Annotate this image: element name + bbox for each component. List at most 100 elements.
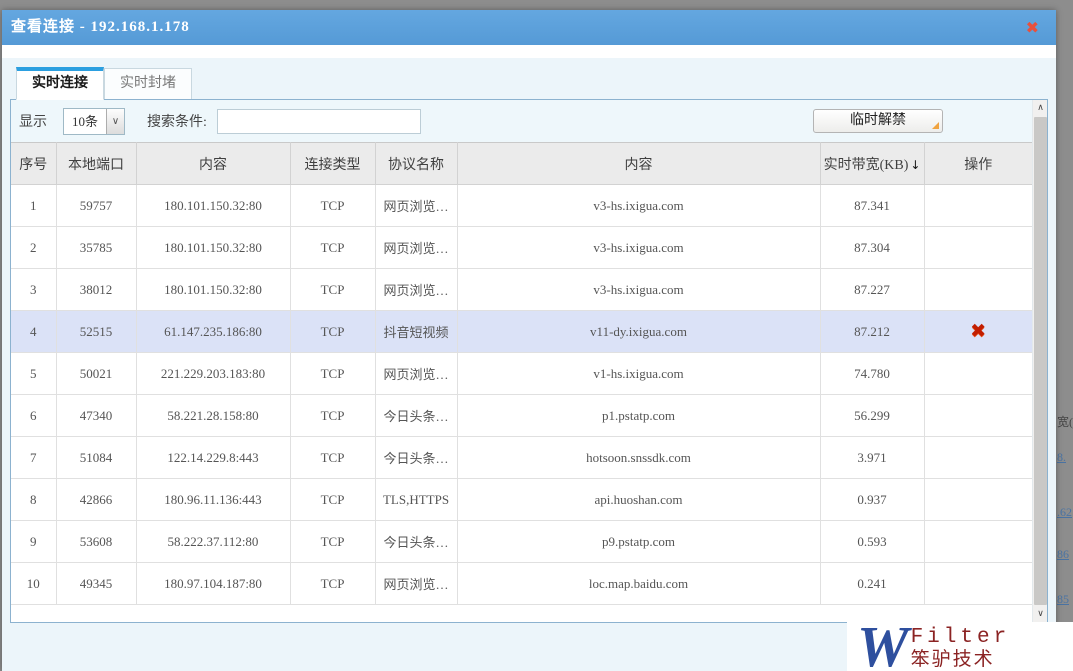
cell-no: 5 <box>11 352 57 395</box>
cell-port: 59757 <box>55 184 137 227</box>
column-header[interactable]: 内容 <box>456 142 821 185</box>
cell-type: TCP <box>289 436 376 479</box>
cell-operation <box>923 478 1032 521</box>
tab-realtime-blocking[interactable]: 实时封堵 <box>104 68 192 99</box>
cell-domain: loc.map.baidu.com <box>456 562 821 605</box>
connections-panel: 显示 10条 ∨ 搜索条件: 临时解禁 序号 本地端口 内容 连接类型 协议名称… <box>10 99 1048 623</box>
cell-type: TCP <box>289 310 376 353</box>
cell-type: TCP <box>289 478 376 521</box>
cell-no: 2 <box>11 226 57 269</box>
cell-ip: 180.97.104.187:80 <box>135 562 291 605</box>
cell-no: 9 <box>11 520 57 563</box>
tab-label: 实时封堵 <box>120 76 176 91</box>
cell-bandwidth: 74.780 <box>819 352 925 395</box>
cell-bandwidth: 0.241 <box>819 562 925 605</box>
cell-protocol: 今日头条… <box>374 520 458 563</box>
cell-operation <box>923 520 1032 563</box>
table-row[interactable]: 7 51084 122.14.229.8:443 TCP 今日头条… hotsoon.sn… <box>11 436 1032 479</box>
cell-no: 4 <box>11 310 57 353</box>
temporary-unblock-button[interactable]: 临时解禁 <box>813 109 943 133</box>
cell-port: 50021 <box>55 352 137 395</box>
cell-protocol: 今日头条… <box>374 436 458 479</box>
cell-bandwidth: 87.227 <box>819 268 925 311</box>
cell-protocol: 今日头条… <box>374 394 458 437</box>
cell-domain: v1-hs.ixigua.com <box>456 352 821 395</box>
cell-protocol: 网页浏览… <box>374 226 458 269</box>
block-connection-icon[interactable]: ✖ <box>970 320 986 342</box>
cell-ip: 180.96.11.136:443 <box>135 478 291 521</box>
column-header[interactable]: 实时带宽(KB) ↓ <box>819 142 925 185</box>
cell-port: 42866 <box>55 478 137 521</box>
cell-domain: api.huoshan.com <box>456 478 821 521</box>
edit-grip-icon <box>932 122 939 129</box>
column-header[interactable]: 序号 <box>11 142 57 185</box>
table-row[interactable]: 10 49345 180.97.104.187:80 TCP 网页浏览… loc.map.… <box>11 562 1032 605</box>
scrollbar-thumb[interactable] <box>1034 117 1047 605</box>
cell-port: 53608 <box>55 520 137 563</box>
vertical-scrollbar[interactable]: ∧ ∨ <box>1032 100 1047 622</box>
table-row[interactable]: 5 50021 221.229.203.183:80 TCP 网页浏览… v1-hs.ix… <box>11 352 1032 395</box>
cell-operation <box>923 268 1032 311</box>
table-row[interactable]: 1 59757 180.101.150.32:80 TCP 网页浏览… v3-hs.ixi… <box>11 184 1032 227</box>
cell-domain: p9.pstatp.com <box>456 520 821 563</box>
dialog-titlebar: 查看连接 - 192.168.1.178 ✖ <box>2 10 1056 45</box>
table-row[interactable]: 3 38012 180.101.150.32:80 TCP 网页浏览… v3-hs.ixi… <box>11 268 1032 311</box>
page-size-select[interactable]: 10条 ∨ <box>63 107 125 135</box>
logo-subtitle: 笨驴技术 <box>910 649 995 670</box>
table-row[interactable]: 2 35785 180.101.150.32:80 TCP 网页浏览… v3-hs.ixi… <box>11 226 1032 269</box>
scroll-up-icon[interactable]: ∧ <box>1033 100 1048 116</box>
cell-no: 3 <box>11 268 57 311</box>
cell-protocol: TLS,HTTPS <box>374 478 458 521</box>
cell-type: TCP <box>289 520 376 563</box>
cell-type: TCP <box>289 562 376 605</box>
cell-domain: v3-hs.ixigua.com <box>456 184 821 227</box>
table-row[interactable]: 9 53608 58.222.37.112:80 TCP 今日头条… p9.pstatp.… <box>11 520 1032 563</box>
search-input[interactable] <box>216 108 421 134</box>
cell-operation <box>923 226 1032 269</box>
tab-realtime-connections[interactable]: 实时连接 <box>16 67 104 100</box>
show-label: 显示 <box>19 115 47 130</box>
cell-operation: ✖ <box>923 310 1032 353</box>
close-icon[interactable]: ✖ <box>1026 10 1040 45</box>
cell-ip: 58.221.28.158:80 <box>135 394 291 437</box>
column-header[interactable]: 本地端口 <box>55 142 137 185</box>
tab-bar: 实时连接 实时封堵 <box>16 62 1056 100</box>
cell-type: TCP <box>289 268 376 311</box>
logo-name: Filter <box>910 626 1011 649</box>
scroll-down-icon[interactable]: ∨ <box>1033 606 1048 622</box>
chevron-down-icon: ∨ <box>106 108 124 134</box>
sort-desc-icon[interactable]: ↓ <box>910 158 920 172</box>
column-header[interactable]: 连接类型 <box>289 142 376 185</box>
cell-no: 10 <box>11 562 57 605</box>
column-header[interactable]: 内容 <box>135 142 291 185</box>
cell-protocol: 抖音短视频 <box>374 310 458 353</box>
table-row[interactable]: 6 47340 58.221.28.158:80 TCP 今日头条… p1.pstatp.… <box>11 394 1032 437</box>
unblock-button-label: 临时解禁 <box>850 113 906 128</box>
cell-domain: hotsoon.snssdk.com <box>456 436 821 479</box>
table-row[interactable]: 4 52515 61.147.235.186:80 TCP 抖音短视频 v11-dy.ix… <box>11 310 1032 353</box>
cell-protocol: 网页浏览… <box>374 184 458 227</box>
cell-ip: 221.229.203.183:80 <box>135 352 291 395</box>
table-row[interactable]: 8 42866 180.96.11.136:443 TCP TLS,HTTPS api.h… <box>11 478 1032 521</box>
cell-operation <box>923 394 1032 437</box>
cell-port: 49345 <box>55 562 137 605</box>
cell-domain: v3-hs.ixigua.com <box>456 268 821 311</box>
cell-type: TCP <box>289 394 376 437</box>
cell-domain: p1.pstatp.com <box>456 394 821 437</box>
table-header-row: 序号 本地端口 内容 连接类型 协议名称 内容 实时带宽(KB) ↓ 操作 <box>11 142 1032 185</box>
cell-ip: 180.101.150.32:80 <box>135 268 291 311</box>
table-body: 1 59757 180.101.150.32:80 TCP 网页浏览… v3-hs.ixi… <box>11 184 1032 605</box>
cell-port: 52515 <box>55 310 137 353</box>
cell-operation <box>923 352 1032 395</box>
column-header[interactable]: 协议名称 <box>374 142 458 185</box>
toolbar: 显示 10条 ∨ 搜索条件: 临时解禁 <box>11 100 1032 142</box>
wfilter-w-icon: W <box>857 614 909 671</box>
background-fragment: 86 <box>1057 547 1069 561</box>
cell-ip: 58.222.37.112:80 <box>135 520 291 563</box>
search-label: 搜索条件: <box>147 115 207 130</box>
cell-ip: 180.101.150.32:80 <box>135 226 291 269</box>
cell-protocol: 网页浏览… <box>374 268 458 311</box>
background-fragment: 85 <box>1057 592 1069 606</box>
column-header[interactable]: 操作 <box>923 142 1032 185</box>
titlebar-divider <box>2 45 1056 58</box>
